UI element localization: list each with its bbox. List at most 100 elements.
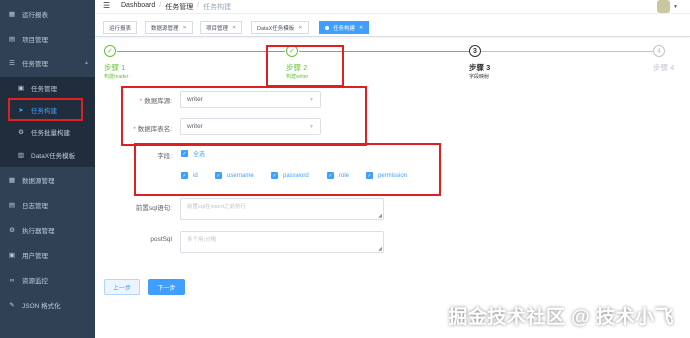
step-4-title: 步骤 4: [653, 63, 675, 72]
check-icon: ✓: [366, 172, 373, 179]
avatar[interactable]: [657, 0, 670, 13]
sidebar-item-datasource[interactable]: ▦ 数据源管理: [0, 169, 95, 191]
sidebar-subitem-task-build[interactable]: ➤ 任务构建: [0, 99, 95, 121]
breadcrumb-item-current: 任务构建: [203, 4, 232, 11]
project-icon: ▤: [8, 36, 16, 43]
close-icon[interactable]: ✕: [359, 25, 363, 31]
step-1-title: 步骤 1: [104, 63, 126, 72]
tag-label: 运行报表: [109, 25, 132, 32]
checkbox-label: 全选: [193, 152, 206, 158]
tag-label: 数据源管理: [151, 25, 179, 32]
tags-view: 运行报表 数据源管理 ✕ 项目管理 ✕ DataX任务模板 ✕ 任务构建 ✕: [95, 17, 690, 37]
checkbox-label: permission: [378, 172, 408, 179]
chevron-up-icon: ▲: [84, 60, 89, 66]
sidebar: ▦ 运行报表 ▤ 项目管理 ☰ 任务管理 ▲ ▣ 任务管理 ➤ 任务构建 ⚙ 任…: [0, 0, 95, 338]
step-2-check-icon: ✓: [286, 45, 298, 57]
tag-projects[interactable]: 项目管理 ✕: [200, 21, 243, 34]
close-icon[interactable]: ✕: [183, 25, 187, 31]
sidebar-item-label: 任务构建: [31, 108, 57, 115]
breadcrumb-item[interactable]: Dashboard: [121, 2, 155, 12]
breadcrumb: Dashboard / 任务管理 / 任务构建: [121, 2, 231, 12]
next-button[interactable]: 下一步: [148, 279, 185, 295]
task-icon: ☰: [9, 60, 15, 67]
prev-button[interactable]: 上一步: [104, 279, 140, 295]
breadcrumb-item: 任务管理: [165, 4, 194, 11]
sidebar-subitem-datax-template[interactable]: ▥ DataX任务模板: [0, 144, 95, 166]
sidebar-item-label: 用户管理: [22, 253, 48, 260]
sidebar-item-logs[interactable]: ▤ 日志管理: [0, 194, 95, 216]
step-4-number: 4: [653, 45, 665, 57]
postsql-textarea[interactable]: 多个用;分隔 ◢: [180, 231, 384, 253]
field-checkbox-password[interactable]: ✓ password: [271, 172, 309, 179]
hamburger-icon[interactable]: ☰: [103, 1, 110, 10]
navbar: ☰ Dashboard / 任务管理 / 任务构建 ▼: [95, 0, 690, 14]
select-value: writer: [187, 123, 203, 130]
sidebar-item-label: 任务管理: [22, 61, 48, 68]
label-text: 数据库表名:: [137, 126, 172, 133]
sidebar-item-executors[interactable]: ⚙ 执行器管理: [0, 219, 95, 241]
sidebar-item-label: 日志管理: [22, 203, 48, 210]
step-1-desc: 构建reader: [104, 74, 129, 80]
tag-label: 项目管理: [206, 25, 229, 32]
breadcrumb-separator: /: [197, 2, 200, 9]
datasource-label: * 数据库源:: [130, 95, 172, 105]
sidebar-item-projects[interactable]: ▤ 项目管理: [0, 28, 95, 50]
watermark-text: 掘金技术社区 @ 技术小飞: [448, 307, 674, 328]
template-icon: ▥: [17, 152, 25, 159]
field-checkbox-id[interactable]: ✓ id: [181, 172, 198, 179]
table-select[interactable]: writer ▼: [180, 118, 321, 135]
step-3-desc: 字段映射: [469, 74, 490, 80]
sidebar-item-json[interactable]: ✎ JSON 格式化: [0, 294, 95, 316]
field-checkbox-role[interactable]: ✓ role: [327, 172, 349, 179]
chevron-down-icon: ▼: [309, 123, 314, 130]
log-icon: ▤: [8, 202, 16, 209]
sidebar-item-monitor[interactable]: ∞ 资源监控: [0, 269, 95, 291]
list-icon: ▣: [17, 85, 25, 92]
postsql-label: postSql: [150, 236, 172, 243]
sidebar-subitem-task-list[interactable]: ▣ 任务管理: [0, 77, 95, 99]
table-label: * 数据库表名:: [126, 123, 172, 133]
user-icon: ▣: [8, 252, 16, 259]
chart-icon: ▦: [8, 11, 16, 18]
batch-icon: ⚙: [18, 129, 24, 136]
resize-grip-icon[interactable]: ◢: [378, 246, 382, 252]
select-value: writer: [187, 96, 203, 103]
close-icon[interactable]: ✕: [232, 25, 236, 31]
tag-label: DataX任务模板: [257, 25, 295, 32]
sidebar-item-label: 运行报表: [22, 12, 48, 19]
select-all-checkbox[interactable]: ✓ 全选: [181, 149, 205, 158]
sidebar-item-users[interactable]: ▣ 用户管理: [0, 244, 95, 266]
check-icon: ✓: [215, 172, 222, 179]
datasource-select[interactable]: writer ▼: [180, 91, 321, 108]
step-3-title: 步骤 3: [469, 63, 491, 72]
sidebar-item-task-mgmt[interactable]: ☰ 任务管理 ▲: [0, 52, 95, 74]
sidebar-item-label: 资源监控: [22, 278, 48, 285]
step-3-number: 3: [469, 45, 481, 57]
send-icon: ➤: [18, 107, 24, 114]
checkbox-label: role: [339, 172, 350, 179]
resize-grip-icon[interactable]: ◢: [378, 213, 382, 219]
label-text: 数据库源:: [144, 98, 172, 105]
sidebar-item-label: 执行器管理: [22, 228, 55, 235]
datasource-icon: ▦: [8, 177, 16, 184]
executor-icon: ⚙: [9, 227, 15, 234]
sidebar-item-dashboard[interactable]: ▦ 运行报表: [0, 3, 95, 25]
field-checkbox-permission[interactable]: ✓ permission: [366, 172, 407, 179]
caret-down-icon[interactable]: ▼: [673, 4, 678, 10]
sidebar-item-label: 项目管理: [22, 37, 48, 44]
checkbox-label: id: [193, 172, 198, 179]
textarea-placeholder: 前置sql在insert之前执行: [187, 204, 246, 210]
sidebar-item-label: DataX任务模板: [31, 153, 76, 160]
monitor-icon: ∞: [9, 276, 15, 284]
tag-task-build[interactable]: 任务构建 ✕: [319, 21, 370, 34]
tag-dashboard[interactable]: 运行报表: [103, 21, 138, 34]
field-checkbox-username[interactable]: ✓ username: [215, 172, 254, 179]
presql-textarea[interactable]: 前置sql在insert之前执行 ◢: [180, 198, 384, 220]
close-icon[interactable]: ✕: [298, 25, 302, 31]
required-mark: *: [139, 98, 143, 105]
presql-label: 前置sql语句:: [135, 205, 172, 212]
breadcrumb-separator: /: [159, 2, 162, 9]
sidebar-subitem-batch-build[interactable]: ⚙ 任务批量构建: [0, 121, 95, 143]
tag-datax-template[interactable]: DataX任务模板 ✕: [251, 21, 309, 34]
tag-datasource[interactable]: 数据源管理 ✕: [145, 21, 193, 34]
